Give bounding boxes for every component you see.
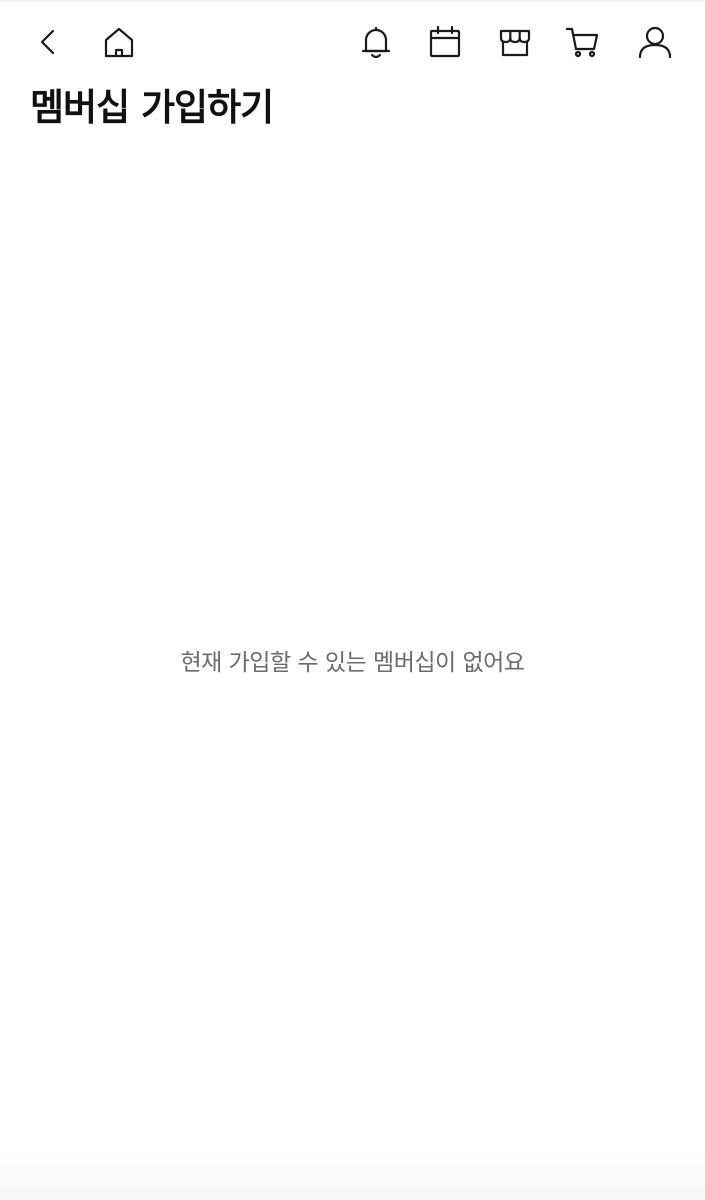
bell-icon (361, 26, 391, 59)
cart-icon (565, 27, 599, 58)
calendar-icon (429, 25, 461, 58)
user-icon (638, 26, 672, 59)
cart-button[interactable] (561, 20, 605, 64)
calendar-button[interactable] (423, 20, 467, 64)
store-icon (499, 29, 531, 57)
profile-button[interactable] (633, 20, 677, 64)
home-button[interactable] (97, 20, 141, 64)
back-button[interactable] (26, 20, 70, 64)
status-bar-edge (0, 0, 705, 2)
membership-signup-screen: 멤버십 가입하기 현재 가입할 수 있는 멤버십이 없어요 (0, 0, 705, 1200)
notification-button[interactable] (354, 20, 398, 64)
chevron-left-icon (40, 29, 55, 55)
home-icon (104, 27, 134, 58)
page-title: 멤버십 가입하기 (30, 86, 274, 129)
store-button[interactable] (493, 20, 537, 64)
empty-state-message: 현재 가입할 수 있는 멤버십이 없어요 (180, 650, 525, 676)
bottom-fade (0, 1150, 705, 1200)
